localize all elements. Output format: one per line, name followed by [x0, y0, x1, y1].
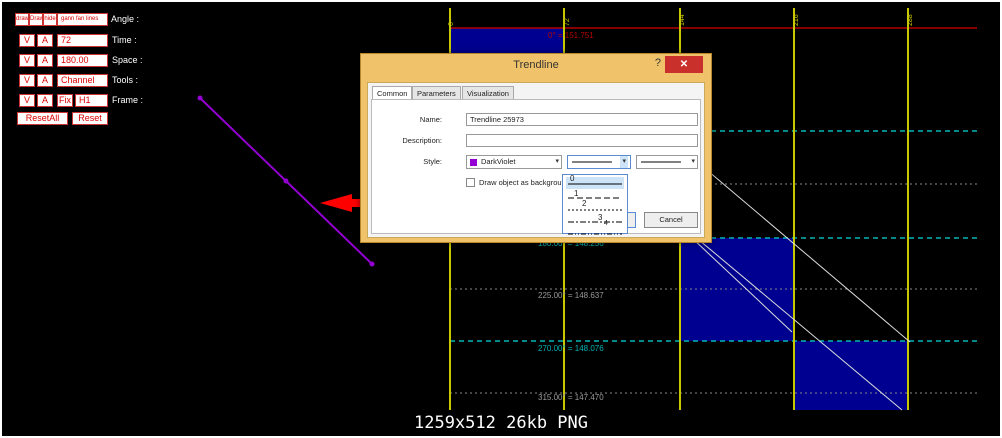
chevron-down-icon: ▾ — [620, 156, 628, 168]
frame-down-button[interactable]: V — [19, 94, 35, 107]
space-down-button[interactable]: V — [19, 54, 35, 67]
level-label-270: 270.00° = 148.076 — [538, 344, 604, 353]
tools-field[interactable]: Channel — [57, 74, 108, 87]
tools-up-button[interactable]: A — [37, 74, 53, 87]
close-button[interactable]: ✕ — [665, 56, 703, 73]
draw-mode-button[interactable]: Draw — [29, 13, 43, 26]
frame-field[interactable]: H1 — [75, 94, 108, 107]
space-field[interactable]: 180.00 — [57, 54, 108, 67]
level-label-315: 315.00° = 147.470 — [538, 393, 604, 402]
line-style-option-solid[interactable]: 0 — [566, 174, 624, 189]
background-checkbox-label: Draw object as background — [479, 178, 570, 187]
hide-button[interactable]: hide — [43, 13, 57, 26]
option-number: 0 — [570, 174, 575, 183]
col-label-2: 72 — [564, 18, 571, 26]
tab-common[interactable]: Common — [372, 86, 413, 100]
draw-button[interactable]: draw — [15, 13, 29, 26]
line-style-dropdown-list: 0 1 2 3 4 — [562, 174, 628, 235]
dialog-body: Common Parameters Visualization Name: Tr… — [367, 82, 705, 238]
tools-down-button[interactable]: V — [19, 74, 35, 87]
line-width-select[interactable]: ▾ — [636, 155, 698, 169]
option-number: 4 — [604, 220, 608, 227]
dialog-titlebar[interactable]: Trendline ? ✕ — [361, 54, 711, 78]
tab-parameters[interactable]: Parameters — [412, 86, 461, 100]
tools-label: Tools : — [112, 75, 139, 85]
time-field[interactable]: 72 — [57, 34, 108, 47]
line-style-option-dash[interactable]: 1 — [566, 189, 624, 203]
trendline-handle-end — [369, 261, 375, 267]
blue-block-3 — [794, 341, 908, 410]
line-style-option-dot[interactable]: 2 — [566, 199, 624, 215]
line-width-preview — [641, 161, 681, 163]
option-number: 2 — [582, 199, 587, 208]
line-style-select[interactable]: ▾ — [567, 155, 631, 169]
style-label: Style: — [423, 157, 442, 166]
trendline-handle-mid — [283, 178, 289, 184]
color-select-value: DarkViolet — [481, 157, 516, 166]
chevron-down-icon: ▾ — [691, 158, 695, 165]
color-swatch — [470, 159, 477, 166]
time-down-button[interactable]: V — [19, 34, 35, 47]
red-arrow-head — [320, 194, 352, 212]
name-label: Name: — [419, 115, 442, 124]
level-label-225: 225.00° = 148.637 — [538, 291, 604, 300]
background-checkbox[interactable] — [466, 178, 475, 187]
trendline-handle-start — [197, 95, 203, 101]
description-input[interactable] — [466, 134, 698, 147]
col-label-1: 6 — [448, 22, 455, 26]
image-caption: 1259x512 26kb PNG — [414, 413, 588, 433]
level-label-0: 0° = 151.751 — [548, 31, 594, 40]
object-name-field[interactable]: gann fan lines — [57, 13, 108, 26]
chevron-down-icon: ▾ — [555, 158, 559, 165]
line-style-preview — [572, 161, 612, 163]
description-label: Description: — [402, 136, 442, 145]
trendline-dialog: Trendline ? ✕ Common Parameters Visualiz… — [360, 53, 712, 243]
cancel-button[interactable]: Cancel — [644, 212, 698, 228]
col-label-5: 288 — [907, 14, 914, 26]
col-label-3: 144 — [679, 14, 686, 26]
screenshot-frame: 6 72 144 216 288 0° = 151.751 180.00° = … — [2, 2, 1000, 436]
line-style-option-dashdotdot[interactable]: 4 — [566, 220, 624, 235]
name-input[interactable]: Trendline 25973 — [466, 113, 698, 126]
angle-label: Angle : — [111, 14, 140, 24]
time-label: Time : — [112, 35, 137, 45]
color-select[interactable]: DarkViolet ▾ — [466, 155, 562, 169]
common-tab-pane: Name: Trendline 25973 Description: Style… — [371, 99, 701, 234]
tab-visualization[interactable]: Visualization — [462, 86, 514, 100]
space-up-button[interactable]: A — [37, 54, 53, 67]
space-label: Space : — [112, 55, 143, 65]
reset-all-button[interactable]: ResetAll — [17, 112, 68, 125]
time-up-button[interactable]: A — [37, 34, 53, 47]
help-icon[interactable]: ? — [655, 57, 661, 69]
dashdotdot-line-glyph — [568, 233, 622, 235]
option-number: 3 — [598, 213, 603, 222]
frame-label: Frame : — [112, 95, 144, 105]
option-number: 1 — [574, 189, 579, 198]
fix-button[interactable]: Fix — [57, 94, 73, 107]
reset-button[interactable]: Reset — [72, 112, 108, 125]
frame-up-button[interactable]: A — [37, 94, 53, 107]
col-label-4: 216 — [793, 14, 800, 26]
